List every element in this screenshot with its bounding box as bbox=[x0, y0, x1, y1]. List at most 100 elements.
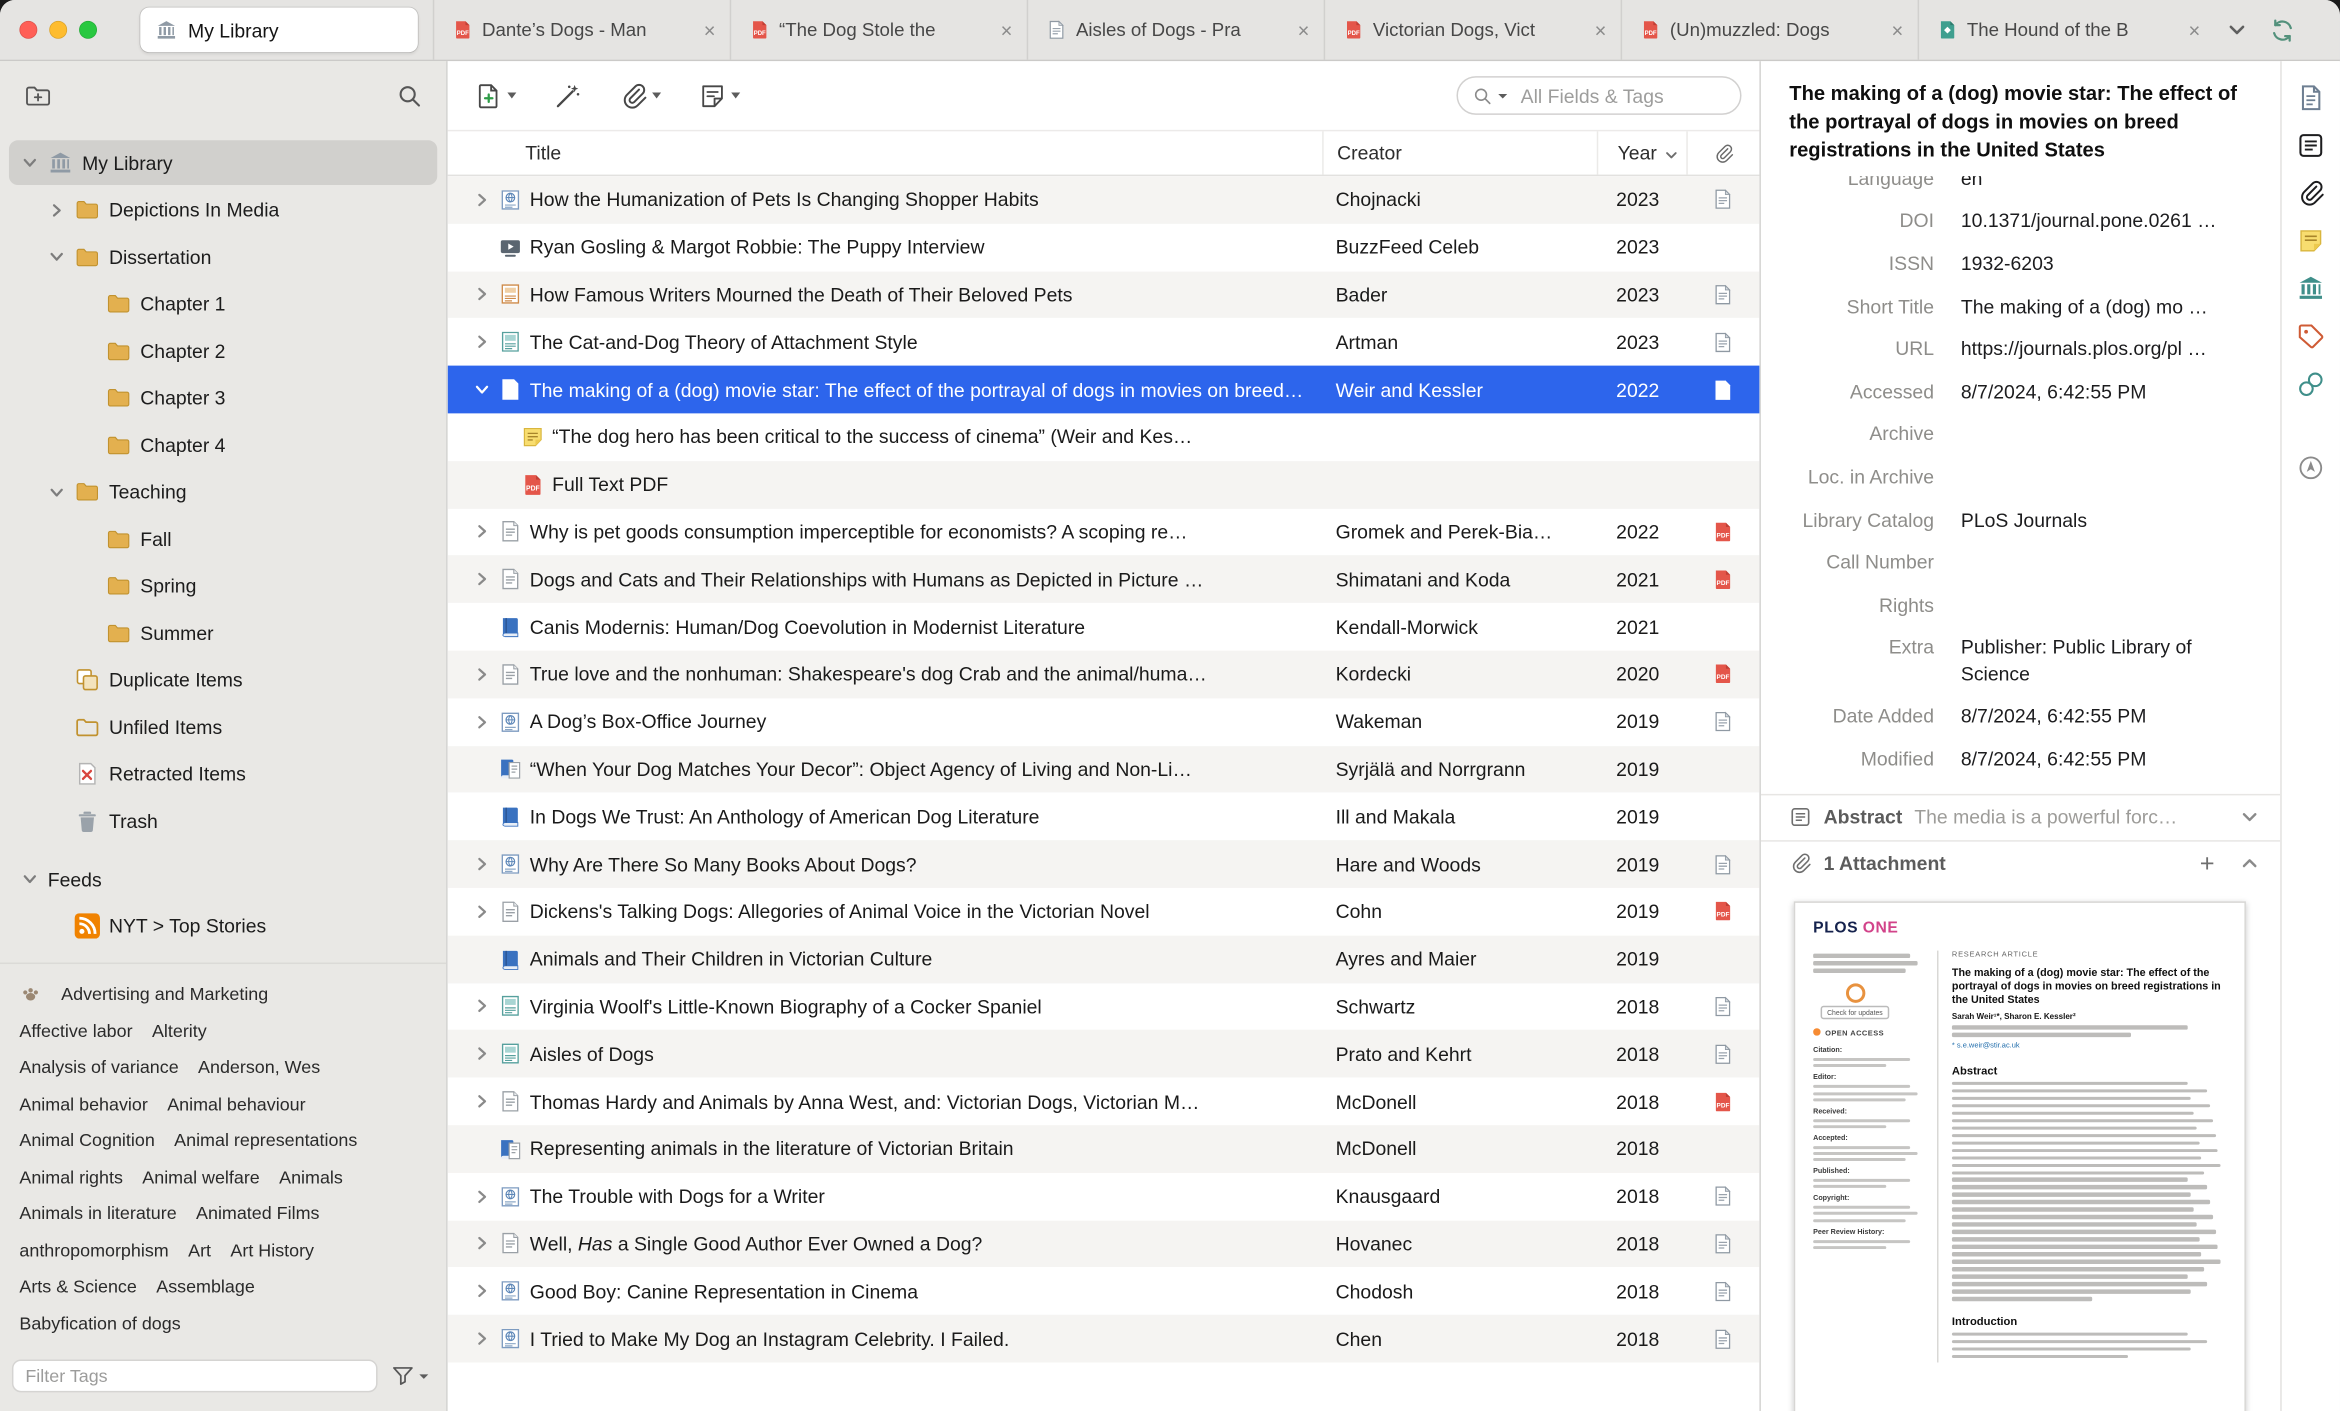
column-header-creator[interactable]: Creator bbox=[1322, 131, 1597, 175]
chevron-up-icon[interactable] bbox=[2240, 854, 2259, 873]
sidebar-item-chapter-1[interactable]: Chapter 1 bbox=[9, 281, 437, 326]
zoom-window-button[interactable] bbox=[79, 20, 97, 39]
sidebar-item-fall[interactable]: Fall bbox=[9, 516, 437, 561]
twisty-icon[interactable] bbox=[472, 1235, 491, 1253]
tag-arts-science[interactable]: Arts & Science bbox=[19, 1276, 136, 1297]
item-pane-tab-abstract[interactable] bbox=[2297, 131, 2325, 159]
add-attachment-button[interactable] bbox=[619, 81, 662, 109]
filter-tags-input[interactable] bbox=[11, 1359, 378, 1393]
tag-babyfication-of-dogs[interactable]: Babyfication of dogs bbox=[19, 1312, 180, 1333]
tag-animals-in-literature[interactable]: Animals in literature bbox=[19, 1203, 176, 1224]
item-row[interactable]: Thomas Hardy and Animals by Anna West, a… bbox=[448, 1078, 1760, 1125]
tag-alterity[interactable]: Alterity bbox=[152, 1020, 207, 1041]
document-tab-the-hound-of-the-b[interactable]: The Hound of the B × bbox=[1917, 0, 2215, 60]
item-row[interactable]: Why Are There So Many Books About Dogs? H… bbox=[447, 840, 1760, 888]
sidebar-item-nyt-top-stories[interactable]: NYT > Top Stories bbox=[9, 904, 437, 949]
document-tab-dante-s-dogs-man[interactable]: PDF Dante’s Dogs - Man × bbox=[432, 0, 730, 60]
tag-assemblage[interactable]: Assemblage bbox=[156, 1276, 255, 1297]
sidebar-item-teaching[interactable]: Teaching bbox=[9, 469, 437, 514]
twisty-icon[interactable] bbox=[472, 998, 491, 1016]
tag-art[interactable]: Art bbox=[188, 1239, 211, 1260]
field-value[interactable]: 1932-6203 bbox=[1955, 252, 2280, 274]
column-header-year[interactable]: Year bbox=[1596, 131, 1687, 175]
item-pane-tab-locate[interactable] bbox=[2297, 454, 2325, 482]
item-pane-tab-libraries[interactable] bbox=[2297, 275, 2325, 303]
item-row[interactable]: In Dogs We Trust: An Anthology of Americ… bbox=[448, 793, 1760, 840]
twisty-icon[interactable] bbox=[472, 570, 491, 588]
tag-animated-films[interactable]: Animated Films bbox=[196, 1203, 319, 1224]
minimize-window-button[interactable] bbox=[49, 20, 68, 39]
twisty-icon[interactable] bbox=[472, 665, 491, 683]
field-value[interactable]: 10.1371/journal.pone.0261 … bbox=[1955, 210, 2280, 232]
attachment-row[interactable]: PDF Full Text PDF bbox=[447, 460, 1760, 509]
sidebar-item-chapter-3[interactable]: Chapter 3 bbox=[9, 375, 437, 420]
item-pane-tab-info[interactable] bbox=[2297, 84, 2325, 112]
sidebar-item-retracted-items[interactable]: Retracted Items bbox=[9, 751, 437, 796]
sidebar-item-my-library[interactable]: My Library bbox=[8, 140, 438, 186]
add-by-identifier-button[interactable] bbox=[554, 81, 582, 109]
sidebar-item-unfiled-items[interactable]: Unfiled Items bbox=[9, 704, 437, 749]
twisty-icon[interactable] bbox=[48, 483, 66, 501]
twisty-icon[interactable] bbox=[472, 381, 491, 399]
item-row[interactable]: Why is pet goods consumption imperceptib… bbox=[448, 508, 1760, 555]
item-row[interactable]: The making of a (dog) movie star: The ef… bbox=[447, 365, 1760, 414]
item-row[interactable]: Well, Has a Single Good Author Ever Owne… bbox=[447, 1220, 1760, 1268]
twisty-icon[interactable] bbox=[48, 201, 66, 219]
item-row[interactable]: The Trouble with Dogs for a Writer Knausg… bbox=[448, 1173, 1760, 1220]
item-row[interactable]: Animals and Their Children in Victorian … bbox=[447, 935, 1760, 983]
close-window-button[interactable] bbox=[19, 20, 38, 39]
sidebar-item-chapter-2[interactable]: Chapter 2 bbox=[9, 328, 437, 373]
document-tab-aisles-of-dogs-pra[interactable]: Aisles of Dogs - Pra × bbox=[1026, 0, 1324, 60]
twisty-icon[interactable] bbox=[48, 248, 66, 266]
sidebar-item-feeds[interactable]: Feeds bbox=[9, 857, 437, 902]
item-row[interactable]: True love and the nonhuman: Shakespeare'… bbox=[447, 650, 1760, 699]
items-search-box[interactable] bbox=[1456, 76, 1742, 115]
twisty-icon[interactable] bbox=[472, 903, 491, 921]
tab-close-button[interactable]: × bbox=[698, 19, 720, 41]
item-row[interactable]: The Cat-and-Dog Theory of Attachment Sty… bbox=[448, 318, 1760, 365]
new-note-button[interactable] bbox=[698, 81, 741, 109]
item-row[interactable]: How the Humanization of Pets Is Changing… bbox=[447, 176, 1760, 224]
tab-close-button[interactable]: × bbox=[1886, 19, 1908, 41]
field-value[interactable]: 8/7/2024, 6:42:55 PM bbox=[1955, 380, 2280, 402]
item-pane-tab-tag[interactable] bbox=[2297, 322, 2325, 350]
field-value[interactable]: PLoS Journals bbox=[1955, 508, 2280, 530]
sidebar-item-trash[interactable]: Trash bbox=[9, 798, 437, 843]
item-pane-tab-notes[interactable] bbox=[2297, 227, 2325, 255]
document-tab-un-muzzled-dogs[interactable]: PDF (Un)muzzled: Dogs × bbox=[1620, 0, 1918, 60]
sidebar-item-dissertation[interactable]: Dissertation bbox=[9, 234, 437, 279]
tag-analysis-of-variance[interactable]: Analysis of variance bbox=[19, 1057, 178, 1078]
tag-anderson-wes[interactable]: Anderson, Wes bbox=[198, 1057, 320, 1078]
twisty-icon[interactable] bbox=[472, 1092, 491, 1110]
field-value[interactable]: Publisher: Public Library of Science bbox=[1955, 634, 2280, 688]
item-row[interactable]: Canis Modernis: Human/Dog Coevolution in… bbox=[448, 603, 1760, 650]
field-value[interactable]: en bbox=[1955, 176, 2280, 189]
tab-close-button[interactable]: × bbox=[2183, 19, 2205, 41]
sidebar-item-summer[interactable]: Summer bbox=[9, 610, 437, 655]
tag-animal-rights[interactable]: Animal rights bbox=[19, 1166, 123, 1187]
tag-animal-representations[interactable]: Animal representations bbox=[174, 1130, 357, 1151]
twisty-icon[interactable] bbox=[472, 855, 491, 873]
twisty-icon[interactable] bbox=[472, 333, 491, 351]
items-search-input[interactable] bbox=[1517, 82, 1726, 109]
twisty-icon[interactable] bbox=[21, 870, 39, 888]
sync-icon[interactable] bbox=[2270, 17, 2295, 42]
tag-animals[interactable]: Animals bbox=[279, 1166, 343, 1187]
item-row[interactable]: Dickens's Talking Dogs: Allegories of An… bbox=[448, 888, 1760, 935]
tab-close-button[interactable]: × bbox=[995, 19, 1017, 41]
tag-affective-labor[interactable]: Affective labor bbox=[19, 1020, 132, 1041]
tag-art-history[interactable]: Art History bbox=[230, 1239, 314, 1260]
document-tab-victorian-dogs-vict[interactable]: PDF Victorian Dogs, Vict × bbox=[1323, 0, 1621, 60]
item-row[interactable]: Virginia Woolf's Little-Known Biography … bbox=[448, 983, 1760, 1030]
sidebar-item-spring[interactable]: Spring bbox=[9, 563, 437, 608]
tag-animal-behavior[interactable]: Animal behavior bbox=[19, 1093, 147, 1114]
tag-emoji[interactable] bbox=[19, 982, 41, 1004]
field-value[interactable]: The making of a (dog) mo … bbox=[1955, 295, 2280, 317]
attachments-section-header[interactable]: 1 Attachment + bbox=[1760, 839, 2281, 886]
twisty-icon[interactable] bbox=[472, 191, 491, 209]
item-row[interactable]: “When Your Dog Matches Your Decor”: Obje… bbox=[447, 745, 1760, 793]
twisty-icon[interactable] bbox=[472, 713, 491, 731]
tab-my-library[interactable]: My Library bbox=[140, 7, 418, 53]
tag-filter-options-button[interactable] bbox=[391, 1364, 429, 1388]
tag-anthropomorphism[interactable]: anthropomorphism bbox=[19, 1239, 168, 1260]
